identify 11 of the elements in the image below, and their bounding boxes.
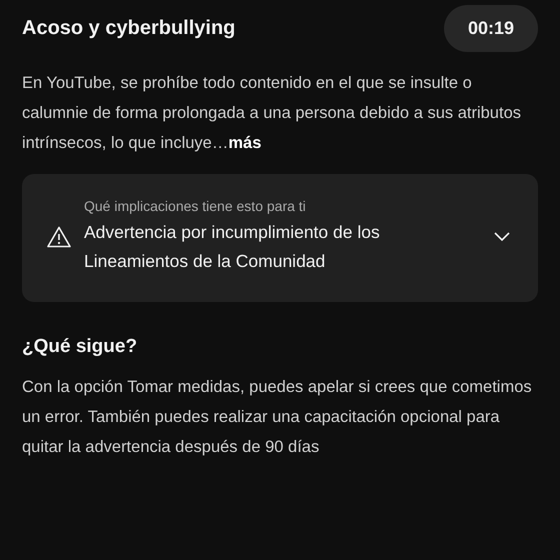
next-steps-heading: ¿Qué sigue? [22,336,138,358]
section-title: Acoso y cyberbullying [22,17,236,40]
card-title: Advertencia por incumplimiento de los Lineamientos de la Comunidad [84,221,381,273]
more-link[interactable]: más [228,134,262,152]
timestamp-badge[interactable]: 00:19 [444,5,538,52]
next-steps-text: Con la opción Tomar medidas, puedes apelar si crees que cometimos un error. También puedes realizar una capacitación opcional para quitar la advertencia después de 90 días [22,377,533,458]
implications-card[interactable]: Qué implicaciones tiene esto para ti Advertencia por incumplimiento de los Lineamientos de la Comunidad [22,174,538,302]
warning-icon [46,225,72,249]
chevron-icon[interactable] [494,232,510,242]
policy-description: En YouTube, se prohíbe todo contenido en el que se insulte o calumnie de forma prolongada a una persona debido a sus atributos intrínsecos, lo que incluye…más [22,73,522,154]
card-caption: Qué implicaciones tiene esto para ti [84,198,307,214]
